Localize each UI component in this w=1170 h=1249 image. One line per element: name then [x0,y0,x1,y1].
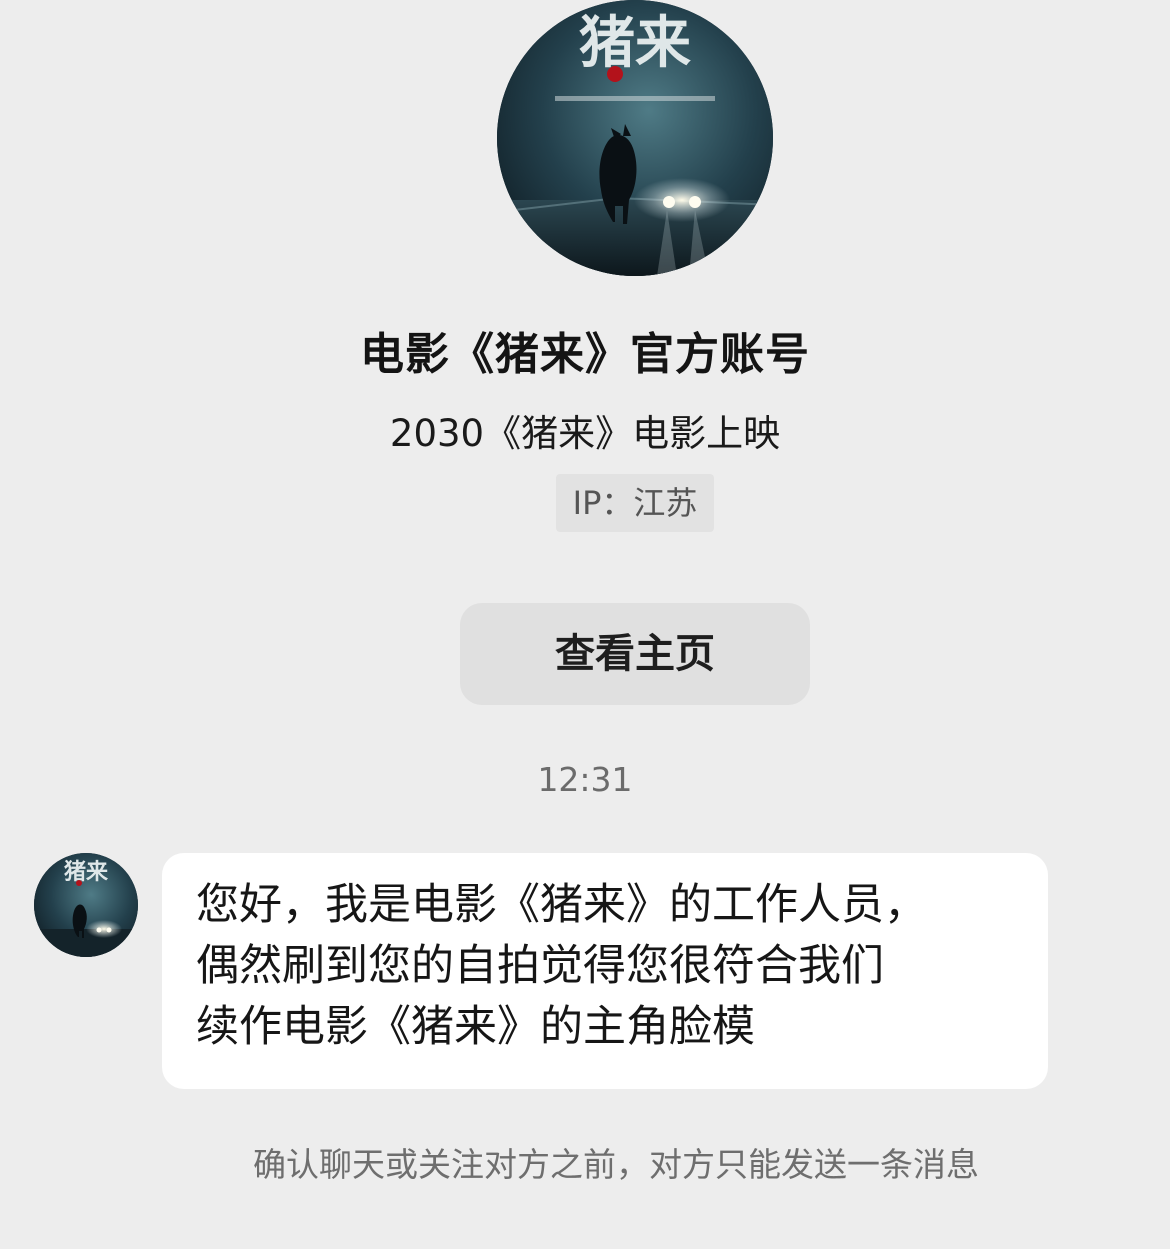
account-avatar[interactable]: 猪来 [497,0,773,276]
movie-poster-pig-icon: 猪来 [34,853,138,957]
poster-title: 猪来 [64,859,109,885]
message-line: 您好，我是电影《猪来》的工作人员， [196,880,927,930]
ip-location-badge: IP：江苏 [556,474,714,532]
movie-poster-pig-icon: 猪来 [497,0,773,276]
poster-title: 猪来 [579,10,691,76]
message-timestamp: 12:31 [537,760,633,799]
message-line: 续作电影《猪来》的主角脸模 [196,1002,755,1052]
account-bio: 2030《猪来》电影上映 [389,412,781,455]
message-bubble[interactable]: 您好，我是电影《猪来》的工作人员， 偶然刷到您的自拍觉得您很符合我们 续作电影《… [162,853,1048,1089]
view-homepage-button[interactable]: 查看主页 [460,603,810,705]
account-name: 电影《猪来》官方账号 [360,329,810,380]
sender-avatar[interactable]: 猪来 [34,853,138,957]
message-line: 偶然刷到您的自拍觉得您很符合我们 [196,941,884,991]
notice-text: 确认聊天或关注对方之前，对方只能发送一条消息 [253,1145,979,1184]
